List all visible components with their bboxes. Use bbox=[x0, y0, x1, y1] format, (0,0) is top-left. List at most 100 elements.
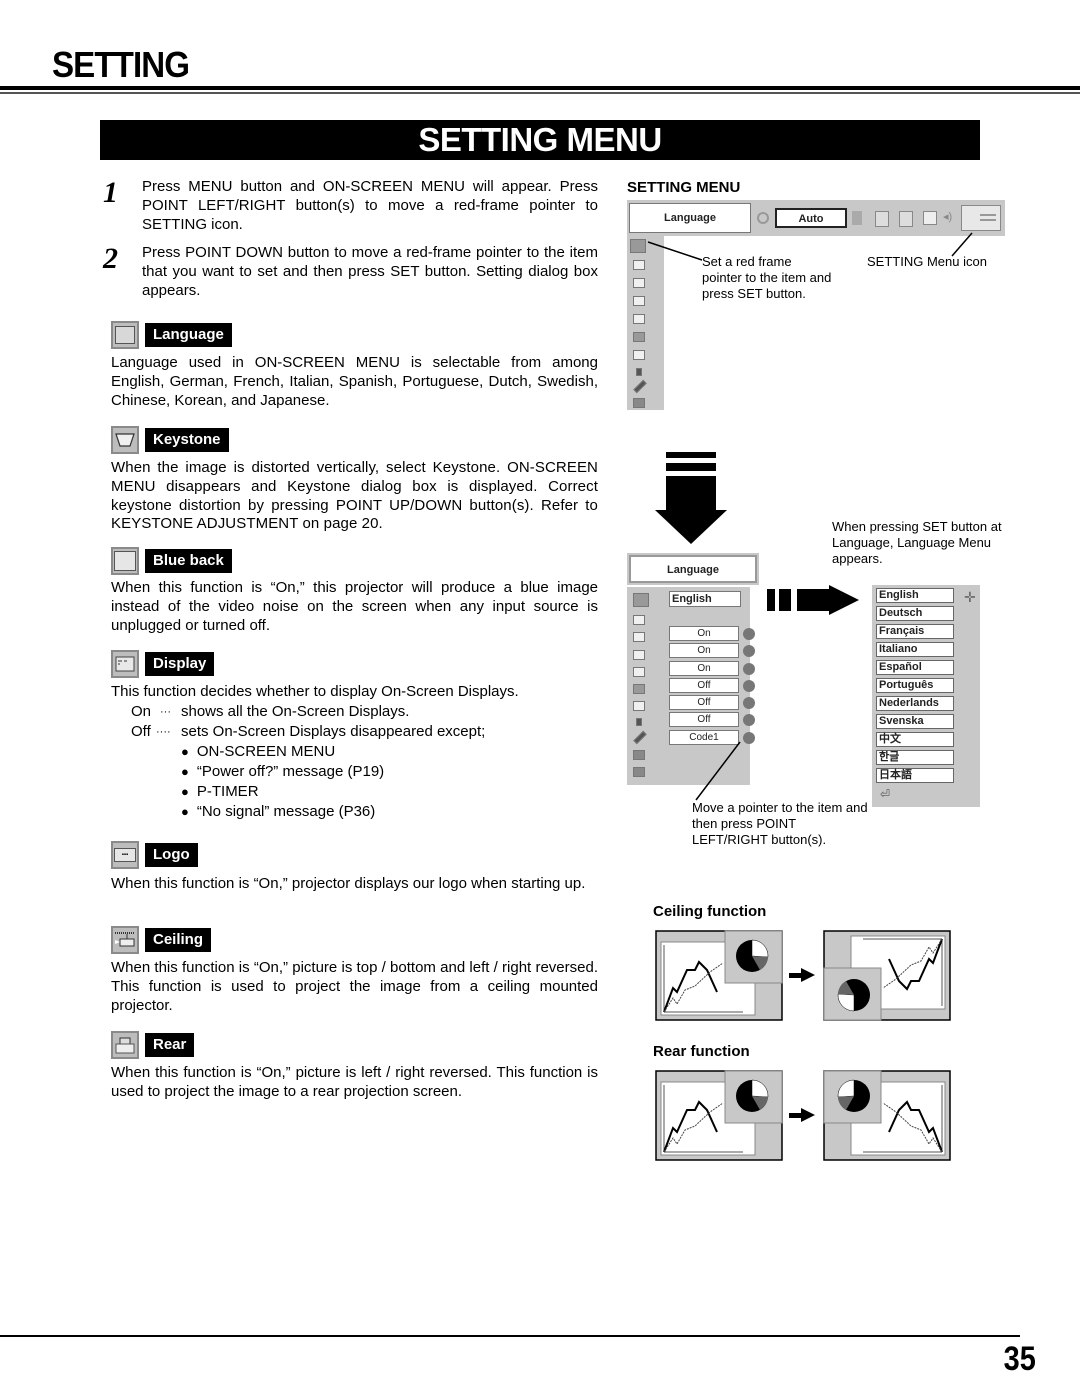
language-option[interactable]: Italiano bbox=[876, 642, 954, 657]
sidebar-icon[interactable] bbox=[636, 368, 642, 376]
language-option[interactable]: Svenska bbox=[876, 714, 954, 729]
step-text-1: Press MENU button and ON-SCREEN MENU wil… bbox=[142, 178, 598, 233]
sidebar-icon bbox=[633, 701, 645, 711]
callout-icon-text: SETTING Menu icon bbox=[867, 254, 987, 269]
left-right-icon bbox=[743, 697, 755, 709]
ceiling-before-screen bbox=[655, 930, 783, 1021]
on-key: On bbox=[131, 703, 152, 720]
language-option[interactable]: Deutsch bbox=[876, 606, 954, 621]
rear-after-screen bbox=[823, 1070, 951, 1161]
bullet-item: P-TIMER bbox=[181, 782, 598, 802]
rear-arrow-icon bbox=[789, 1108, 815, 1122]
menu-icon-3 bbox=[899, 211, 913, 227]
section-text: This function decides whether to display… bbox=[111, 683, 519, 700]
language-option[interactable]: Nederlands bbox=[876, 696, 954, 711]
section-label: Logo bbox=[145, 843, 198, 867]
section-banner: SETTING MENU bbox=[100, 120, 980, 160]
language-option[interactable]: Français bbox=[876, 624, 954, 639]
sidebar-icon-language bbox=[633, 593, 649, 607]
sidebar-icon bbox=[633, 632, 645, 642]
bullet-item: “Power off?” message (P19) bbox=[181, 762, 598, 782]
left-right-icon bbox=[743, 645, 755, 657]
left-right-icon bbox=[743, 680, 755, 692]
setting-value-display[interactable]: On bbox=[669, 661, 739, 676]
setting-panel-title: Language bbox=[629, 555, 757, 583]
sidebar-icon[interactable] bbox=[633, 350, 645, 360]
display-on-line: On ··· shows all the On-Screen Displays. bbox=[111, 702, 598, 722]
section-logo: ▪▪▪ Logo When this function is “On,” pro… bbox=[111, 839, 598, 894]
setting-value-blue-back[interactable]: On bbox=[669, 643, 739, 658]
menu-icon-2 bbox=[875, 211, 889, 227]
rotate-icon bbox=[757, 212, 769, 224]
sidebar-icon[interactable] bbox=[633, 398, 645, 408]
sidebar-icon bbox=[633, 667, 645, 677]
setting-panel-header: Language bbox=[627, 553, 759, 585]
setting-value-rear[interactable]: Off bbox=[669, 712, 739, 727]
sidebar-icon bbox=[636, 718, 642, 726]
section-label: Rear bbox=[145, 1033, 195, 1057]
section-label: Blue back bbox=[145, 549, 232, 573]
logo-icon: ▪▪▪ bbox=[111, 841, 139, 869]
rear-diagram bbox=[655, 1070, 951, 1161]
header-rule-thin bbox=[0, 92, 1080, 94]
language-option[interactable]: Español bbox=[876, 660, 954, 675]
sidebar-icon bbox=[633, 730, 647, 745]
sidebar-icon[interactable] bbox=[633, 332, 645, 342]
bullet-item: ON-SCREEN MENU bbox=[181, 742, 598, 762]
sidebar-icon[interactable] bbox=[633, 379, 647, 394]
language-icon bbox=[111, 321, 139, 349]
section-label: Language bbox=[145, 323, 232, 347]
left-right-icon bbox=[743, 628, 755, 640]
section-language: Language Language used in ON-SCREEN MENU… bbox=[111, 319, 598, 410]
section-text: When this function is “On,” picture is l… bbox=[111, 1064, 598, 1100]
section-text: When this function is “On,” picture is t… bbox=[111, 959, 598, 1014]
step-text-2: Press POINT DOWN button to move a red-fr… bbox=[142, 244, 598, 299]
section-ceiling: Ceiling When this function is “On,” pict… bbox=[111, 924, 598, 1015]
off-text: sets On-Screen Displays disappeared exce… bbox=[181, 723, 486, 740]
bullet-item: “No signal” message (P36) bbox=[181, 802, 598, 822]
language-option[interactable]: 日本語 bbox=[876, 768, 954, 783]
left-right-icon bbox=[743, 714, 755, 726]
off-dots: ···· bbox=[156, 726, 171, 738]
on-text: shows all the On-Screen Displays. bbox=[181, 703, 410, 720]
ceiling-arrow-icon bbox=[789, 968, 815, 982]
section-text: When this function is “On,” projector di… bbox=[111, 875, 586, 892]
callout-set-text: When pressing SET button at Language, La… bbox=[832, 519, 1002, 566]
setting-value-keystone[interactable]: On bbox=[669, 626, 739, 641]
language-option[interactable]: Português bbox=[876, 678, 954, 693]
section-text: Language used in ON-SCREEN MENU is selec… bbox=[111, 354, 598, 409]
section-rear: Rear When this function is “On,” picture… bbox=[111, 1029, 598, 1102]
sidebar-icon bbox=[633, 750, 645, 760]
sidebar-icon[interactable] bbox=[633, 314, 645, 324]
language-value[interactable]: English bbox=[669, 591, 741, 607]
display-off-line: Off ···· sets On-Screen Displays disappe… bbox=[111, 722, 598, 742]
rear-icon bbox=[111, 1031, 139, 1059]
down-arrow-icon bbox=[655, 452, 727, 544]
section-blue-back: Blue back When this function is “On,” th… bbox=[111, 545, 598, 635]
sidebar-icon bbox=[633, 615, 645, 625]
right-arrow-icon bbox=[767, 585, 859, 615]
return-icon[interactable]: ⏎ bbox=[880, 787, 890, 801]
section-keystone: Keystone When the image is distorted ver… bbox=[111, 424, 598, 534]
menubar-value: Auto bbox=[775, 208, 847, 228]
setting-value-ceiling[interactable]: Off bbox=[669, 695, 739, 710]
section-label: Display bbox=[145, 652, 215, 676]
sidebar-icon[interactable] bbox=[633, 278, 645, 288]
sidebar-icon bbox=[633, 684, 645, 694]
on-dots: ··· bbox=[160, 706, 171, 718]
page-title: SETTING bbox=[52, 44, 190, 85]
callout-move-text: Move a pointer to the item and then pres… bbox=[692, 800, 868, 847]
header-rule bbox=[0, 86, 1080, 90]
sidebar-icon[interactable] bbox=[633, 296, 645, 306]
ceiling-icon bbox=[111, 926, 139, 954]
off-key: Off bbox=[131, 723, 151, 740]
language-option[interactable]: 中文 bbox=[876, 732, 954, 747]
rear-function-title: Rear function bbox=[653, 1043, 750, 1060]
sidebar-icon bbox=[633, 650, 645, 660]
language-option[interactable]: English bbox=[876, 588, 954, 603]
diagram-title: SETTING MENU bbox=[627, 179, 741, 196]
setting-value-logo[interactable]: Off bbox=[669, 678, 739, 693]
ceiling-after-screen bbox=[823, 930, 951, 1021]
language-option[interactable]: 한글 bbox=[876, 750, 954, 765]
menu-icon-4 bbox=[923, 211, 937, 225]
